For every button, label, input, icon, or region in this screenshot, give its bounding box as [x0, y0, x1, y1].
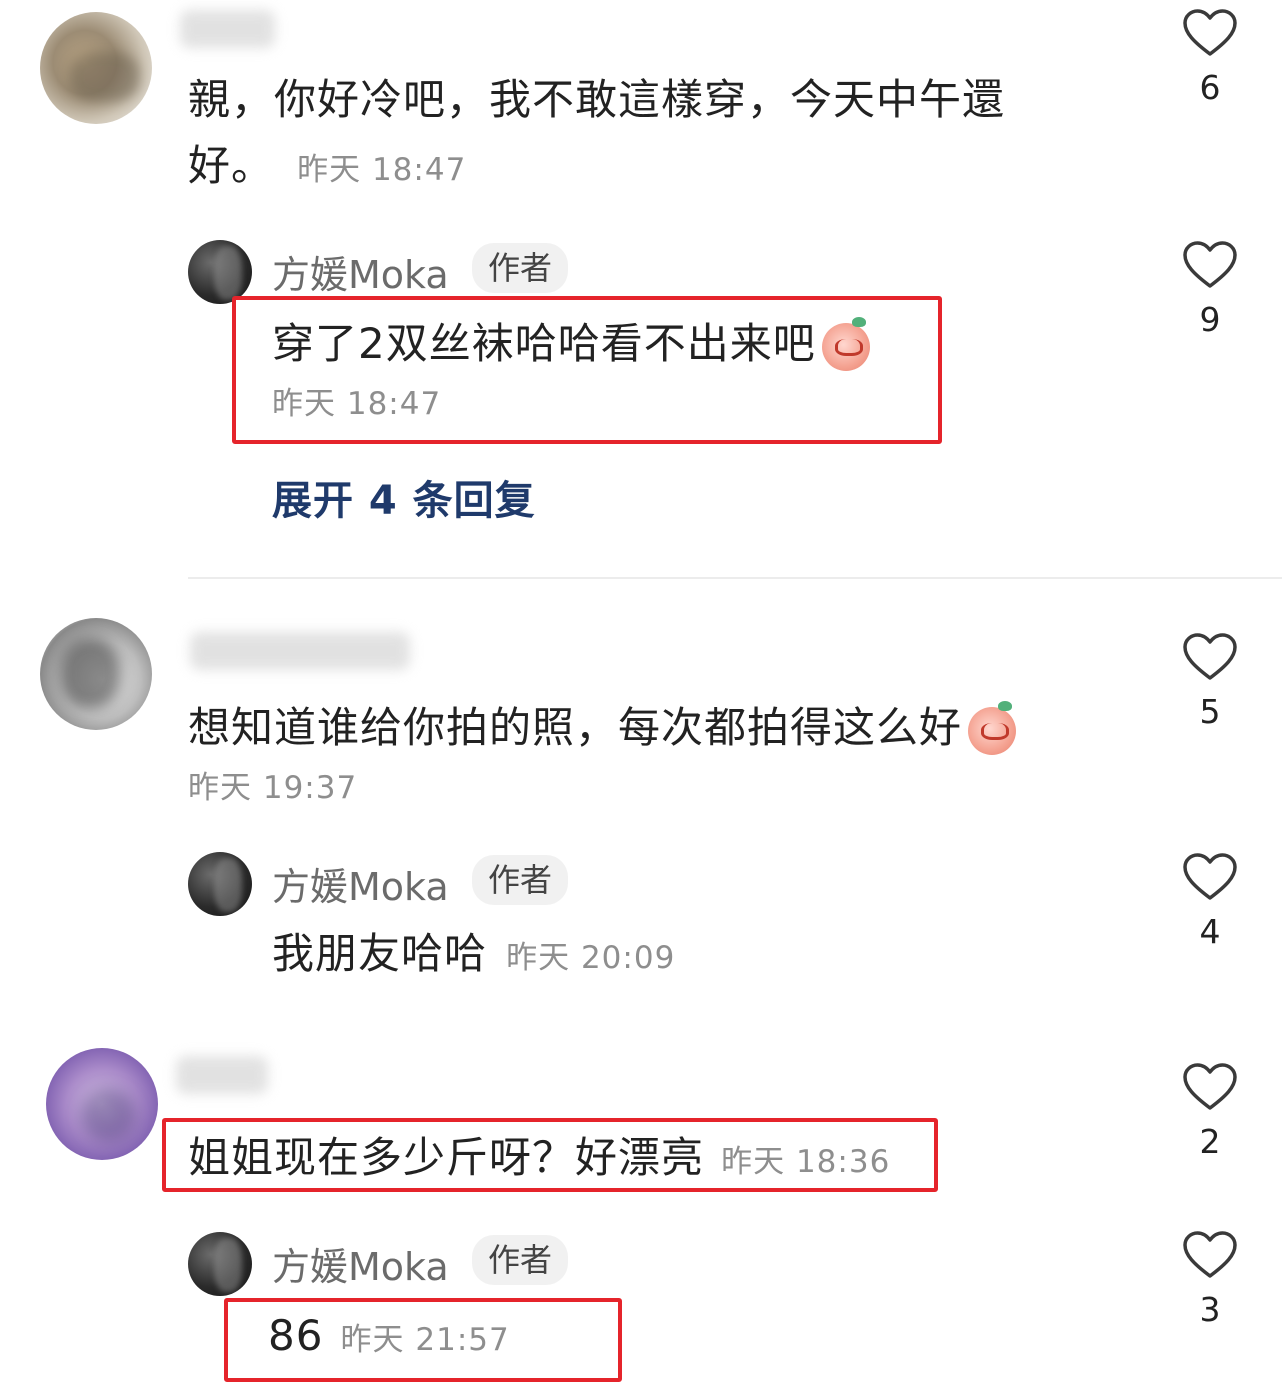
- author-avatar[interactable]: [188, 240, 252, 304]
- heart-outline-icon: [1183, 9, 1237, 56]
- divider: [188, 577, 1282, 579]
- author-avatar[interactable]: [188, 852, 252, 916]
- like-count: 6: [1199, 68, 1221, 107]
- heart-outline-icon: [1183, 1231, 1237, 1278]
- highlight-box: [232, 296, 942, 444]
- like-button[interactable]: 2: [1180, 1062, 1240, 1161]
- blurred-username[interactable]: [176, 1056, 268, 1094]
- like-count: 3: [1199, 1290, 1221, 1329]
- like-button[interactable]: 3: [1180, 1230, 1240, 1329]
- blurred-username[interactable]: [190, 632, 410, 670]
- like-button[interactable]: 6: [1180, 8, 1240, 107]
- author-badge: 作者: [472, 855, 569, 905]
- like-count: 9: [1199, 300, 1221, 339]
- reply-text-row: 我朋友哈哈 昨天 20:09: [272, 926, 675, 982]
- like-button[interactable]: 5: [1180, 632, 1240, 731]
- author-name[interactable]: 方媛Moka: [272, 244, 449, 299]
- like-button[interactable]: 4: [1180, 852, 1240, 951]
- timestamp: 昨天 18:47: [297, 152, 467, 188]
- author-name[interactable]: 方媛Moka: [272, 856, 449, 911]
- heart-outline-icon: [1183, 1063, 1237, 1110]
- like-count: 4: [1199, 912, 1221, 951]
- timestamp: 昨天 19:37: [188, 770, 358, 806]
- avatar[interactable]: [46, 1048, 158, 1160]
- reply-text: 我朋友哈哈: [272, 929, 488, 978]
- avatar[interactable]: [40, 618, 152, 730]
- expand-replies-link[interactable]: 展开 4 条回复: [272, 468, 536, 526]
- blurred-username[interactable]: [180, 10, 275, 48]
- heart-outline-icon: [1183, 853, 1237, 900]
- comment-text-line2: 好。 昨天 18:47: [188, 141, 467, 190]
- highlight-box: [224, 1298, 622, 1382]
- author-badge: 作者: [472, 243, 569, 293]
- avatar[interactable]: [40, 12, 152, 124]
- author-avatar[interactable]: [188, 1232, 252, 1296]
- laughing-peach-emoji: [968, 700, 1017, 755]
- comment-text: 想知道谁给你拍的照，每次都拍得这么好: [188, 703, 963, 752]
- timestamp: 昨天 20:09: [506, 940, 676, 976]
- like-count: 2: [1199, 1122, 1221, 1161]
- author-name[interactable]: 方媛Moka: [272, 1236, 449, 1291]
- heart-outline-icon: [1183, 241, 1237, 288]
- highlight-box: [162, 1118, 938, 1192]
- like-count: 5: [1199, 692, 1221, 731]
- like-button[interactable]: 9: [1180, 240, 1240, 339]
- comment-text-row: 想知道谁给你拍的照，每次都拍得这么好: [188, 700, 1017, 756]
- heart-outline-icon: [1183, 633, 1237, 680]
- comment-text: 親，你好冷吧，我不敢這樣穿，今天中午還: [188, 75, 1006, 124]
- author-badge: 作者: [472, 1235, 569, 1285]
